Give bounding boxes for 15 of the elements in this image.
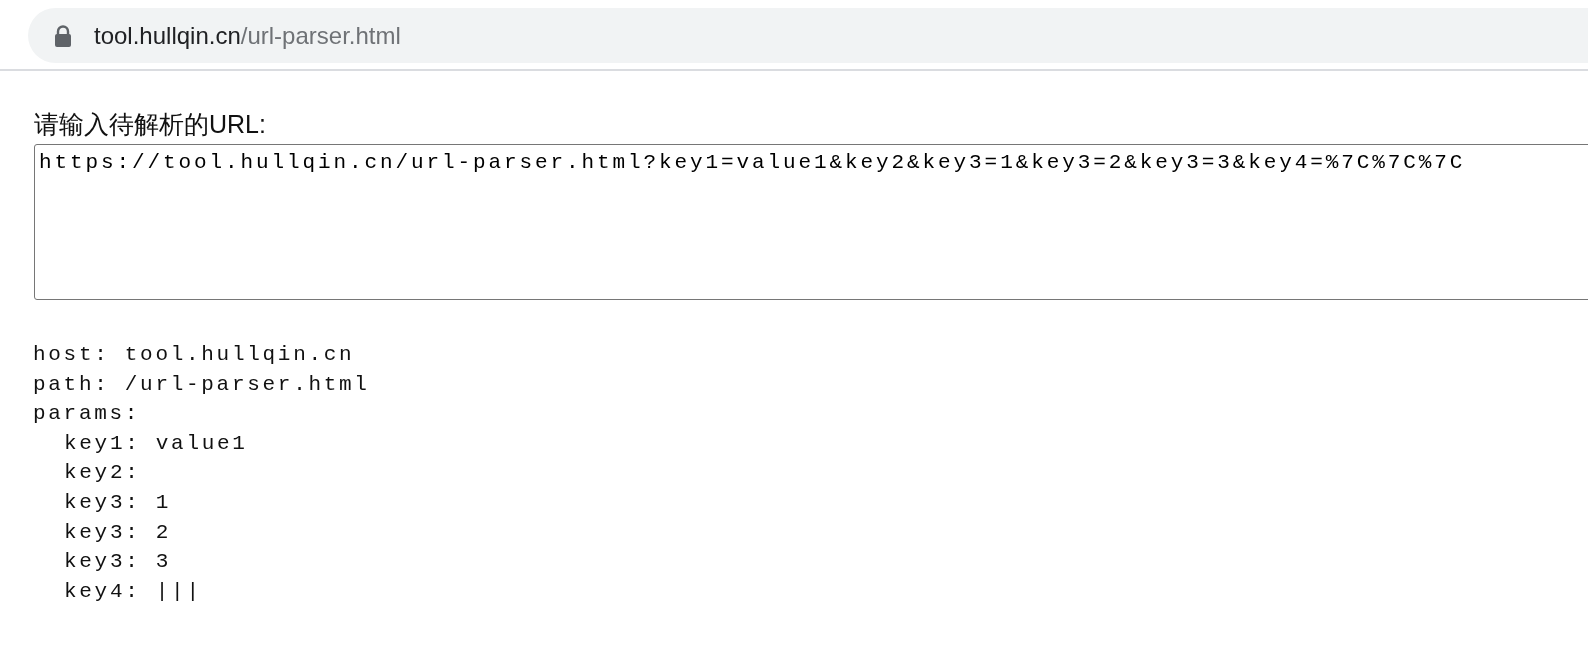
- output-line: params:: [33, 402, 141, 426]
- url-label: 请输入待解析的URL:: [34, 109, 266, 139]
- output-line: key1: value1: [64, 431, 248, 455]
- url-input-field[interactable]: https://tool.hullqin.cn/url-parser.html?key1=value1&key2&key3=1&key3=2&key3=3&key4=%7C%7C%7C: [34, 144, 1588, 300]
- lock-icon: [54, 24, 72, 47]
- address-bar[interactable]: tool.hullqin.cn/url-parser.html: [28, 8, 1588, 63]
- output-line: key3: 2: [64, 520, 172, 544]
- url-path: /url-parser.html: [240, 21, 401, 50]
- output-line: host: tool.hullqin.cn: [33, 343, 355, 366]
- output-line: key2:: [64, 461, 141, 485]
- output-line: key4: |||: [64, 579, 202, 603]
- output-line: path: /url-parser.html: [33, 372, 370, 396]
- output-line: key3: 1: [64, 490, 172, 514]
- output-line: key3: 3: [64, 550, 172, 574]
- url-host: tool.hullqin.cn: [94, 21, 241, 50]
